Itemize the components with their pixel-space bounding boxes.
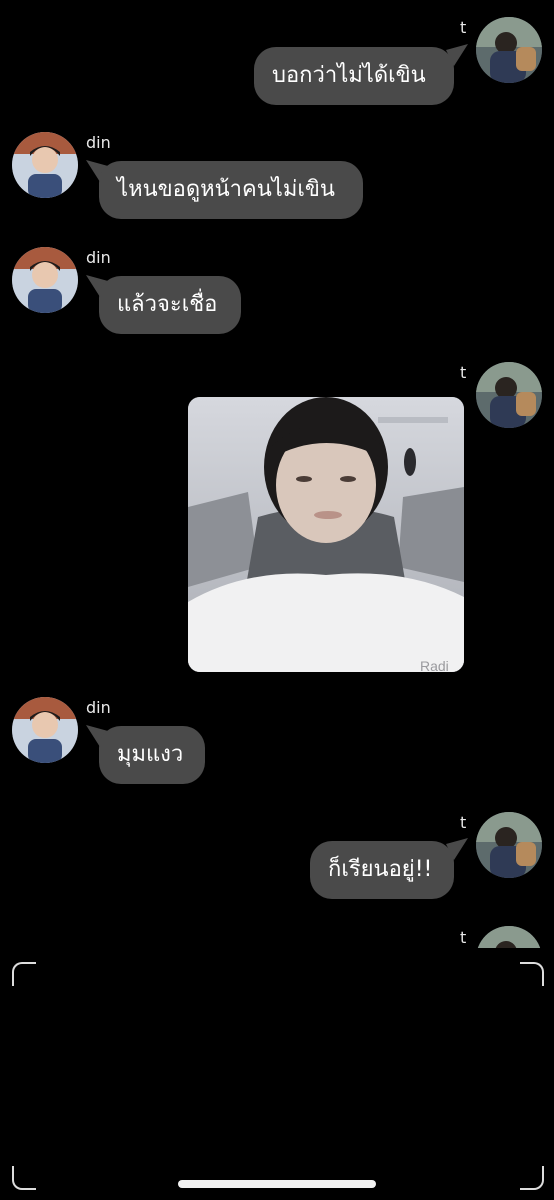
sender-name: t — [460, 18, 467, 37]
chat-thread: t บอกว่าไม่ได้เขิน din ไหนขอดูหน้าคนไม่เ… — [0, 0, 554, 948]
avatar-t-image — [476, 17, 542, 83]
message-photo[interactable]: Radi — [188, 397, 464, 672]
sender-name: din — [86, 133, 111, 152]
sender-name: t — [460, 813, 467, 832]
message-bubble[interactable]: บอกว่าไม่ได้เขิน — [254, 47, 454, 105]
message-bubble[interactable]: มุมแงว — [99, 726, 205, 784]
frame-corner-top-right — [520, 962, 544, 986]
avatar-din-image — [12, 697, 78, 763]
home-indicator[interactable] — [178, 1180, 376, 1188]
photo-image: Radi — [188, 397, 464, 672]
sender-name: din — [86, 698, 111, 717]
avatar[interactable] — [12, 132, 78, 198]
avatar-t-image — [476, 362, 542, 428]
frame-corner-top-left — [12, 962, 36, 986]
message-bubble[interactable]: แล้วจะเชื่อ — [99, 276, 241, 334]
avatar[interactable] — [476, 362, 542, 428]
avatar[interactable] — [476, 926, 542, 948]
avatar-t-image — [476, 926, 542, 948]
sender-name: din — [86, 248, 111, 267]
frame-corner-bottom-left — [12, 1166, 36, 1190]
message-bubble[interactable]: ก็เรียนอยู่!! — [310, 841, 454, 899]
message-bubble[interactable]: ไหนขอดูหน้าคนไม่เขิน — [99, 161, 363, 219]
avatar-din-image — [12, 247, 78, 313]
sender-name: t — [460, 928, 467, 947]
frame-corner-bottom-right — [520, 1166, 544, 1190]
avatar[interactable] — [12, 247, 78, 313]
avatar[interactable] — [476, 17, 542, 83]
avatar[interactable] — [476, 812, 542, 878]
avatar-t-image — [476, 812, 542, 878]
sender-name: t — [460, 363, 467, 382]
avatar-din-image — [12, 132, 78, 198]
avatar[interactable] — [12, 697, 78, 763]
svg-text:Radi: Radi — [420, 658, 449, 672]
